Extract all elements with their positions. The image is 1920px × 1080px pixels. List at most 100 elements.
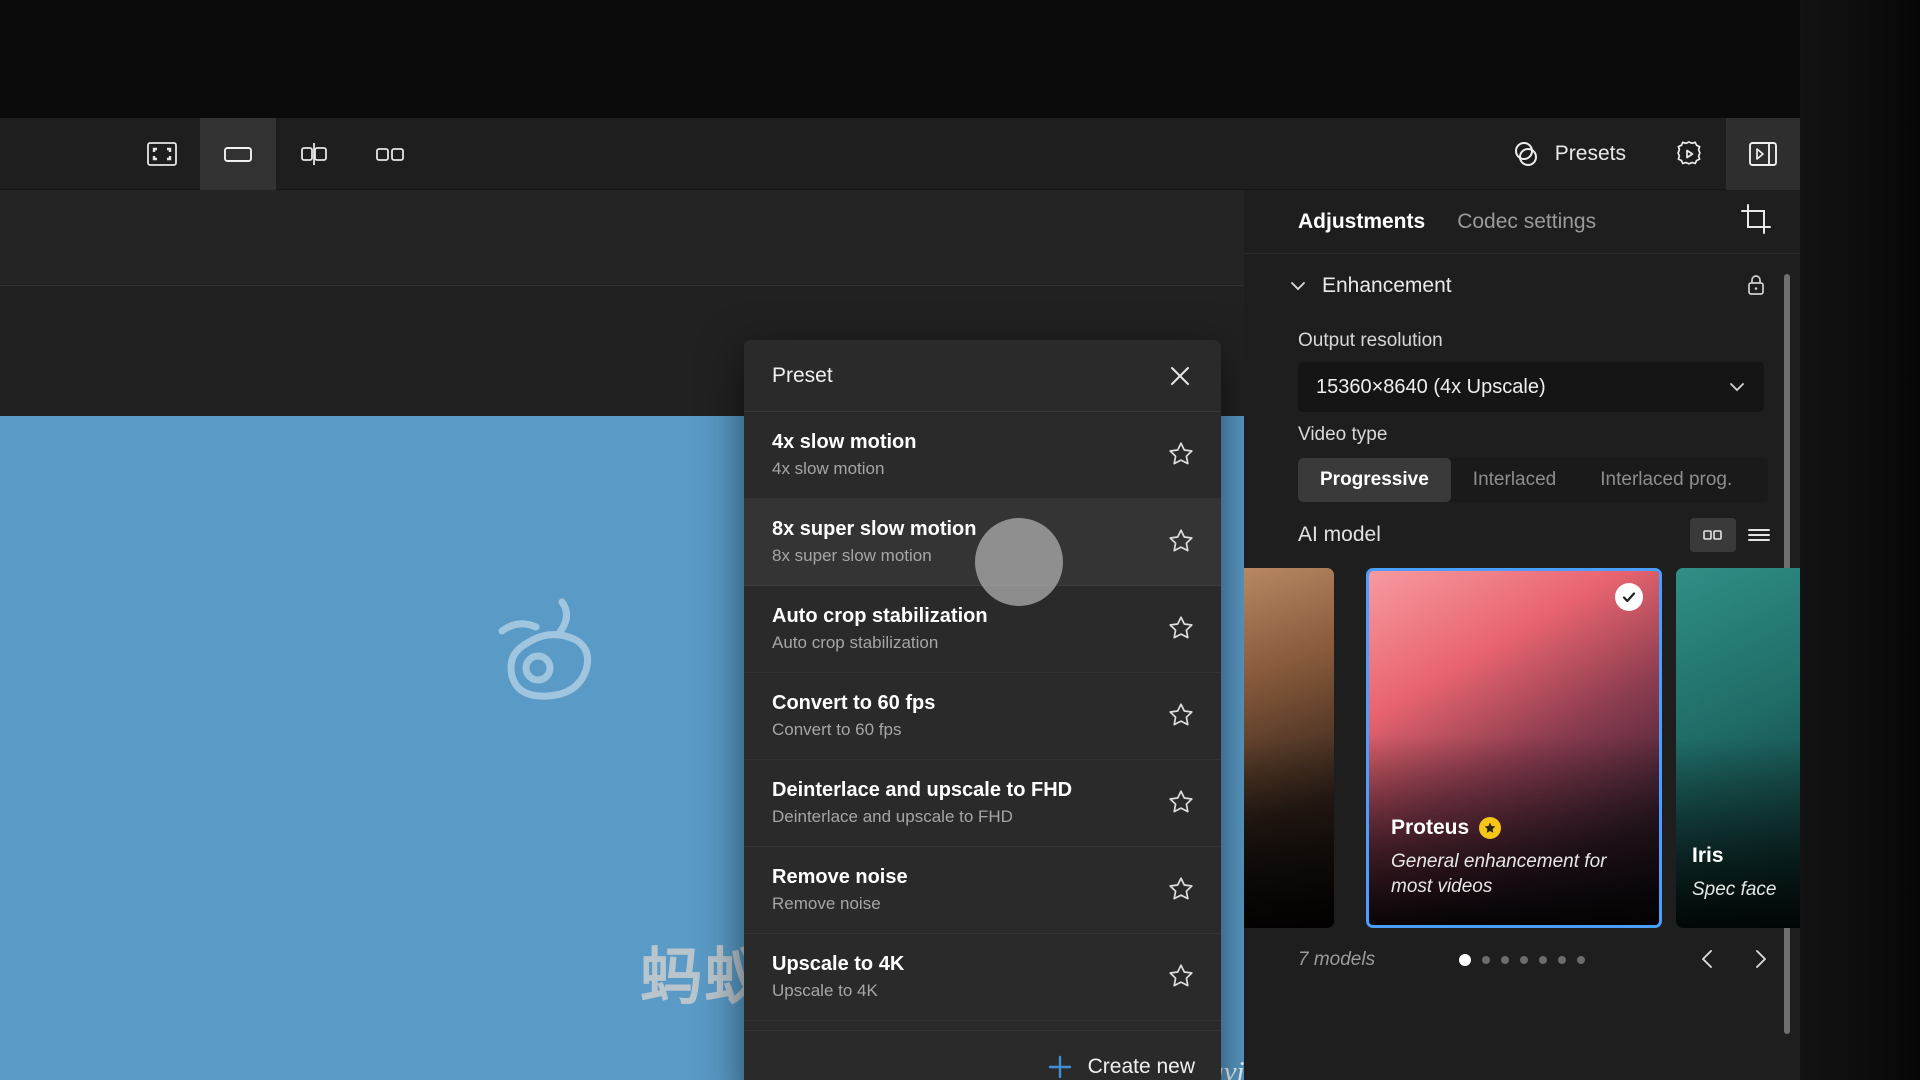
tab-codec-settings[interactable]: Codec settings <box>1457 210 1596 234</box>
presets-label: Presets <box>1554 141 1626 165</box>
carousel-dot[interactable] <box>1577 956 1585 964</box>
preset-item-text: Remove noise Remove noise <box>772 866 908 914</box>
top-toolbar: Presets <box>0 118 1800 190</box>
ai-model-card-proteus[interactable]: Proteus General enhancement for most vid… <box>1366 568 1662 928</box>
output-resolution-value: 15360×8640 (4x Upscale) <box>1316 375 1546 398</box>
preset-item-text: Convert to 60 fps Convert to 60 fps <box>772 692 935 740</box>
preset-list-item[interactable]: Upscale to 4K Upscale to 4K <box>744 934 1221 1021</box>
carousel-prev-button[interactable] <box>1696 947 1722 973</box>
preset-list-item[interactable]: Auto crop stabilization Auto crop stabili… <box>744 586 1221 673</box>
video-type-segmented-control: Progressive Interlaced Interlaced prog. <box>1298 458 1768 502</box>
panel-toggle-button[interactable] <box>1726 118 1800 190</box>
carousel-arrows <box>1696 947 1774 973</box>
presets-button[interactable]: Presets <box>1485 118 1652 190</box>
view-mode-group <box>124 118 428 190</box>
enhancement-section-header[interactable]: Enhancement <box>1244 254 1800 318</box>
gear-play-icon <box>1674 139 1704 169</box>
side-by-side-view-button[interactable] <box>352 118 428 190</box>
tab-adjustments[interactable]: Adjustments <box>1298 210 1425 234</box>
output-resolution-label: Output resolution <box>1298 330 1443 351</box>
close-button[interactable] <box>1163 359 1197 393</box>
video-type-interlaced[interactable]: Interlaced <box>1451 458 1578 502</box>
carousel-next-button[interactable] <box>1748 947 1774 973</box>
grid-view-button[interactable] <box>1690 518 1736 552</box>
carousel-dots[interactable] <box>1459 954 1585 966</box>
card-body: ail <box>1244 868 1320 902</box>
preset-item-text: Auto crop stabilization Auto crop stabili… <box>772 605 988 653</box>
favorite-star-icon[interactable] <box>1167 788 1197 818</box>
ai-model-carousel[interactable]: ail Proteus <box>1244 568 1800 928</box>
panel-body: Enhancement Output resolution 15360×8640… <box>1244 254 1800 1080</box>
chevron-down-icon <box>1288 276 1308 296</box>
presets-icon <box>1511 139 1541 169</box>
video-type-interlaced-prog[interactable]: Interlaced prog. <box>1578 458 1754 502</box>
settings-button[interactable] <box>1652 118 1726 190</box>
right-panel-toggle-icon <box>1748 140 1778 168</box>
fit-screen-icon <box>147 141 177 166</box>
plus-icon <box>1046 1053 1074 1080</box>
crop-icon <box>1740 203 1778 235</box>
preset-popup-header: Preset <box>744 340 1221 412</box>
desktop-backdrop-right <box>1800 0 1920 1080</box>
favorite-star-icon[interactable] <box>1167 701 1197 731</box>
card-body: Iris Spec face <box>1692 844 1800 902</box>
close-icon <box>1168 364 1192 388</box>
preset-popup-title: Preset <box>772 363 833 387</box>
ai-model-card-title: Proteus <box>1391 816 1645 840</box>
carousel-dot[interactable] <box>1539 956 1547 964</box>
preset-item-desc: Convert to 60 fps <box>772 720 902 739</box>
single-view-button[interactable] <box>200 118 276 190</box>
favorite-star-icon[interactable] <box>1167 527 1197 557</box>
create-new-label: Create new <box>1087 1054 1195 1078</box>
enhancement-section-title: Enhancement <box>1322 274 1452 297</box>
app-window: Presets www.mayisucai.cn Preset 4x slow … <box>0 118 1800 1080</box>
split-compare-icon <box>299 141 329 167</box>
lock-icon[interactable] <box>1744 273 1770 299</box>
create-new-button[interactable]: Create new <box>744 1030 1221 1080</box>
preset-item-text: 8x super slow motion 8x super slow motion <box>772 518 976 566</box>
preset-list-item[interactable]: Deinterlace and upscale to FHD Deinterlac… <box>744 760 1221 847</box>
preset-popup: Preset 4x slow motion 4x slow motion 8x su… <box>744 340 1221 1080</box>
carousel-dot[interactable] <box>1459 954 1471 966</box>
favorite-star-icon[interactable] <box>1167 875 1197 905</box>
preset-list[interactable]: 4x slow motion 4x slow motion 8x super slo… <box>744 412 1221 1030</box>
carousel-dot[interactable] <box>1558 956 1566 964</box>
single-pane-icon <box>223 142 253 166</box>
card-body: Proteus General enhancement for most vid… <box>1391 816 1645 899</box>
carousel-dot[interactable] <box>1482 956 1490 964</box>
video-type-label: Video type <box>1298 424 1388 445</box>
models-count-label: 7 models <box>1298 949 1376 970</box>
preset-item-name: 4x slow motion <box>772 431 917 453</box>
carousel-dot[interactable] <box>1501 956 1509 964</box>
favorite-star-icon[interactable] <box>1167 962 1197 992</box>
output-resolution-select[interactable]: 15360×8640 (4x Upscale) <box>1298 362 1764 412</box>
fit-to-screen-button[interactable] <box>124 118 200 190</box>
ai-model-card-next-name: Iris <box>1692 843 1724 867</box>
preset-item-text: Deinterlace and upscale to FHD Deinterlac… <box>772 779 1072 827</box>
preset-list-item[interactable]: Remove noise Remove noise <box>744 847 1221 934</box>
favorite-star-icon[interactable] <box>1167 614 1197 644</box>
ai-model-card-iris[interactable]: Iris Spec face <box>1676 568 1800 928</box>
ai-model-card-prev-name: ail <box>1244 878 1320 902</box>
grid-view-icon <box>1701 526 1725 544</box>
chevron-down-icon <box>1726 376 1748 398</box>
ai-model-card-next-desc: Spec face <box>1692 878 1777 900</box>
crop-button[interactable] <box>1740 203 1778 241</box>
toolbar-actions: Presets <box>1485 118 1800 190</box>
preset-item-desc: 4x slow motion <box>772 459 885 478</box>
video-type-progressive[interactable]: Progressive <box>1298 458 1451 502</box>
carousel-dot[interactable] <box>1520 956 1528 964</box>
preset-item-desc: Auto crop stabilization <box>772 633 939 652</box>
favorite-star-icon[interactable] <box>1167 440 1197 470</box>
preset-list-item[interactable]: 4x slow motion 4x slow motion <box>744 412 1221 499</box>
ai-model-header: AI model <box>1244 502 1800 562</box>
list-view-icon <box>1746 526 1772 544</box>
watermark-logo-icon <box>480 586 620 726</box>
panel-tabs: Adjustments Codec settings <box>1244 190 1800 254</box>
list-view-button[interactable] <box>1736 518 1782 552</box>
preset-list-item[interactable]: Convert to 60 fps Convert to 60 fps <box>744 673 1221 760</box>
ai-model-card-prev[interactable]: ail <box>1244 568 1334 928</box>
split-view-button[interactable] <box>276 118 352 190</box>
preset-item-desc: Remove noise <box>772 894 881 913</box>
selected-check-icon <box>1615 583 1643 611</box>
